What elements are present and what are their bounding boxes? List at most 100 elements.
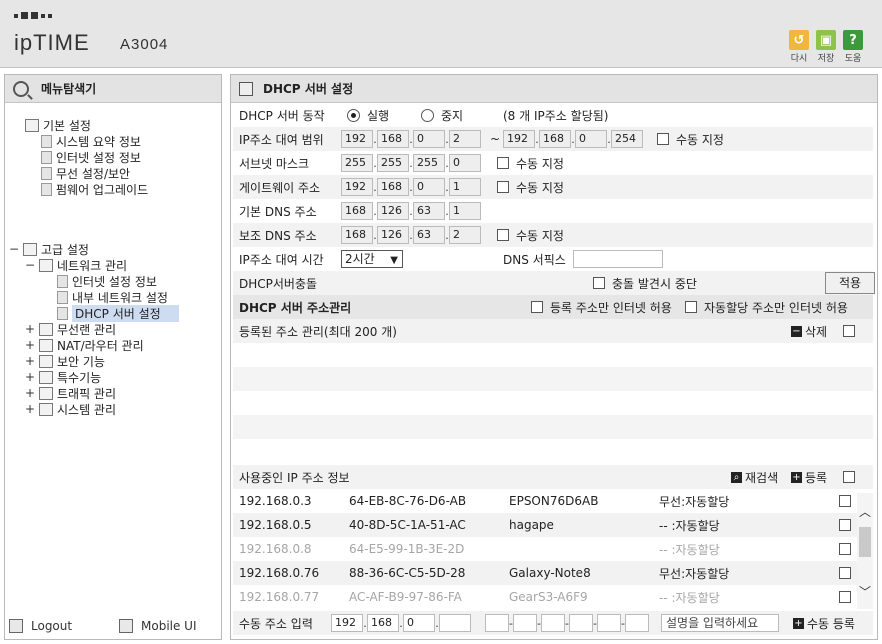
chart-icon: [41, 134, 52, 148]
header: ipTIME A3004 ↺ 다시 ▣ 저장 ? 도움: [0, 0, 882, 68]
description-input[interactable]: 설명을 입력하세요: [661, 614, 779, 632]
scroll-down-icon[interactable]: ﹀: [859, 583, 871, 600]
conflict-row: DHCP서버충돌 충돌 발견시 중단 적용: [233, 271, 875, 295]
search-icon: ⌕: [731, 471, 742, 483]
router-icon: [39, 338, 53, 352]
tree-item-internet-info[interactable]: 인터넷 설정 정보: [41, 149, 141, 165]
dns2-manual-checkbox[interactable]: 수동 지정: [497, 227, 564, 244]
logo-dots: [14, 12, 52, 19]
collapse-toggle[interactable]: −: [9, 242, 19, 256]
dns2-input[interactable]: 168. 126. 63. 2: [341, 226, 481, 244]
dhcp-run-radio[interactable]: 실행: [347, 107, 389, 124]
tree-item-firmware[interactable]: 펌웨어 업그레이드: [41, 181, 148, 197]
in-use-select-all-checkbox[interactable]: [843, 471, 855, 483]
search-icon: [13, 80, 29, 97]
scroll-thumb[interactable]: [859, 527, 871, 557]
sidebar-footer: Logout Mobile UI: [5, 613, 221, 639]
manual-entry-row: 수동 주소 입력 192. 168. 0. - - - - - 설명을 입력하세…: [233, 611, 873, 635]
table-row: 192.168.0.77 AC-AF-B9-97-86-FA GearS3-A6…: [233, 585, 873, 609]
table-scrollbar[interactable]: ︿ ﹀: [857, 493, 873, 609]
lease-start-ip[interactable]: 192. 168. 0. 2: [341, 130, 481, 148]
tree-traffic[interactable]: + 트래픽 관리: [25, 385, 116, 401]
auto-only-checkbox[interactable]: 자동할당 주소만 인터넷 허용: [685, 299, 848, 316]
scroll-up-icon[interactable]: ︿: [859, 503, 871, 520]
subnet-manual-checkbox[interactable]: 수동 지정: [497, 155, 564, 172]
registered-list: [233, 343, 873, 467]
collapse-toggle[interactable]: −: [25, 258, 35, 272]
gateway-input[interactable]: 192. 168. 0. 1: [341, 178, 481, 196]
tree-item-wireless[interactable]: 무선 설정/보안: [41, 165, 130, 181]
manual-mac-input[interactable]: - - - - -: [485, 614, 649, 632]
tree-item-internet-settings[interactable]: 인터넷 설정 정보: [57, 273, 157, 289]
logout-icon: [9, 619, 23, 633]
tree-network-management[interactable]: − 네트워크 관리: [25, 257, 127, 273]
row-checkbox[interactable]: [839, 591, 851, 603]
manual-register-button[interactable]: + 수동 등록: [793, 615, 855, 632]
expand-toggle[interactable]: +: [25, 322, 35, 336]
tree-system[interactable]: + 시스템 관리: [25, 401, 116, 417]
dhcp-mode-row: DHCP 서버 동작 실행 중지 (8 개 IP주소 할당됨): [239, 107, 609, 124]
registered-only-checkbox[interactable]: 등록 주소만 인터넷 허용: [531, 299, 672, 316]
expand-toggle[interactable]: +: [25, 386, 35, 400]
tree-security[interactable]: + 보안 기능: [25, 353, 105, 369]
dns-suffix-input[interactable]: [573, 250, 663, 268]
lease-range-manual-checkbox[interactable]: 수동 지정: [657, 131, 724, 148]
internet-icon: [41, 150, 52, 164]
upgrade-icon: [41, 182, 52, 196]
tree-item-internal-network[interactable]: 내부 네트워크 설정: [57, 289, 168, 305]
conflict-stop-checkbox[interactable]: 충돌 발견시 중단: [593, 275, 697, 292]
logout-link[interactable]: Logout: [9, 619, 72, 633]
tree-nat-router[interactable]: + NAT/라우터 관리: [25, 337, 144, 353]
reload-icon: ↺: [789, 30, 809, 50]
apply-button[interactable]: 적용: [825, 272, 875, 294]
dns1-input[interactable]: 168. 126. 63. 1: [341, 202, 481, 220]
tree-basic-settings[interactable]: 기본 설정: [25, 117, 91, 133]
manual-ip-input[interactable]: 192. 168. 0.: [331, 614, 471, 632]
expand-toggle[interactable]: +: [25, 370, 35, 384]
tree-advanced-settings[interactable]: − 고급 설정: [9, 241, 89, 257]
tree-item-system-summary[interactable]: 시스템 요약 정보: [41, 133, 141, 149]
table-row: 192.168.0.3 64-EB-8C-76-D6-AB EPSON76D6A…: [233, 489, 873, 513]
dhcp-stop-radio[interactable]: 중지: [421, 107, 463, 124]
gateway-manual-checkbox[interactable]: 수동 지정: [497, 179, 564, 196]
folder-icon: [23, 242, 37, 256]
delete-button[interactable]: − 삭제: [791, 323, 827, 340]
chevron-down-icon: ▼: [390, 255, 398, 266]
mobile-ui-link[interactable]: Mobile UI: [119, 619, 197, 633]
tree-special[interactable]: + 특수기능: [25, 369, 101, 385]
dns2-row: 보조 DNS 주소 168. 126. 63. 2 수동 지정: [233, 223, 873, 247]
registered-header: 등록된 주소 관리(최대 200 개) − 삭제: [233, 319, 873, 343]
system-icon: [39, 402, 53, 416]
help-icon: ?: [843, 30, 863, 50]
tree-item-dhcp-server[interactable]: DHCP 서버 설정: [57, 304, 179, 322]
registered-select-all-checkbox[interactable]: [843, 325, 855, 337]
subnet-row: 서브넷 마스크 255. 255. 255. 0 수동 지정: [239, 154, 564, 172]
expand-toggle[interactable]: +: [25, 354, 35, 368]
page-title: DHCP 서버 설정: [263, 82, 354, 96]
register-button[interactable]: + 등록: [791, 469, 827, 486]
row-checkbox[interactable]: [839, 567, 851, 579]
plus-icon: +: [793, 617, 804, 629]
subnet-mask-input[interactable]: 255. 255. 255. 0: [341, 154, 481, 172]
row-checkbox[interactable]: [839, 543, 851, 555]
row-checkbox[interactable]: [839, 519, 851, 531]
rescan-button[interactable]: ⌕ 재검색: [731, 469, 778, 486]
tree-wireless-lan[interactable]: + 무선랜 관리: [25, 321, 116, 337]
brand-text: ipTIME: [14, 30, 90, 55]
table-row: 192.168.0.8 64-E5-99-1B-3E-2D -- :자동할당: [233, 537, 873, 561]
model-name: A3004: [120, 36, 169, 53]
save-icon: ▣: [816, 30, 836, 50]
lease-end-ip[interactable]: 192. 168. 0. 254: [503, 130, 643, 148]
sidebar-title: 메뉴탐색기: [41, 82, 97, 96]
save-button[interactable]: ▣ 저장: [815, 30, 837, 64]
table-row: 192.168.0.5 40-8D-5C-1A-51-AC hagape -- …: [233, 513, 873, 537]
row-checkbox[interactable]: [839, 495, 851, 507]
help-button[interactable]: ? 도움: [842, 30, 864, 64]
expand-toggle[interactable]: +: [25, 402, 35, 416]
reload-button[interactable]: ↺ 다시: [788, 30, 810, 64]
expand-toggle[interactable]: +: [25, 338, 35, 352]
document-icon: [57, 274, 68, 288]
lease-time-select[interactable]: 2시간 ▼: [341, 250, 403, 268]
table-row: 192.168.0.76 88-36-6C-C5-5D-28 Galaxy-No…: [233, 561, 873, 585]
main-panel: DHCP 서버 설정 DHCP 서버 동작 실행 중지 (8 개 IP주소 할당…: [230, 74, 878, 640]
